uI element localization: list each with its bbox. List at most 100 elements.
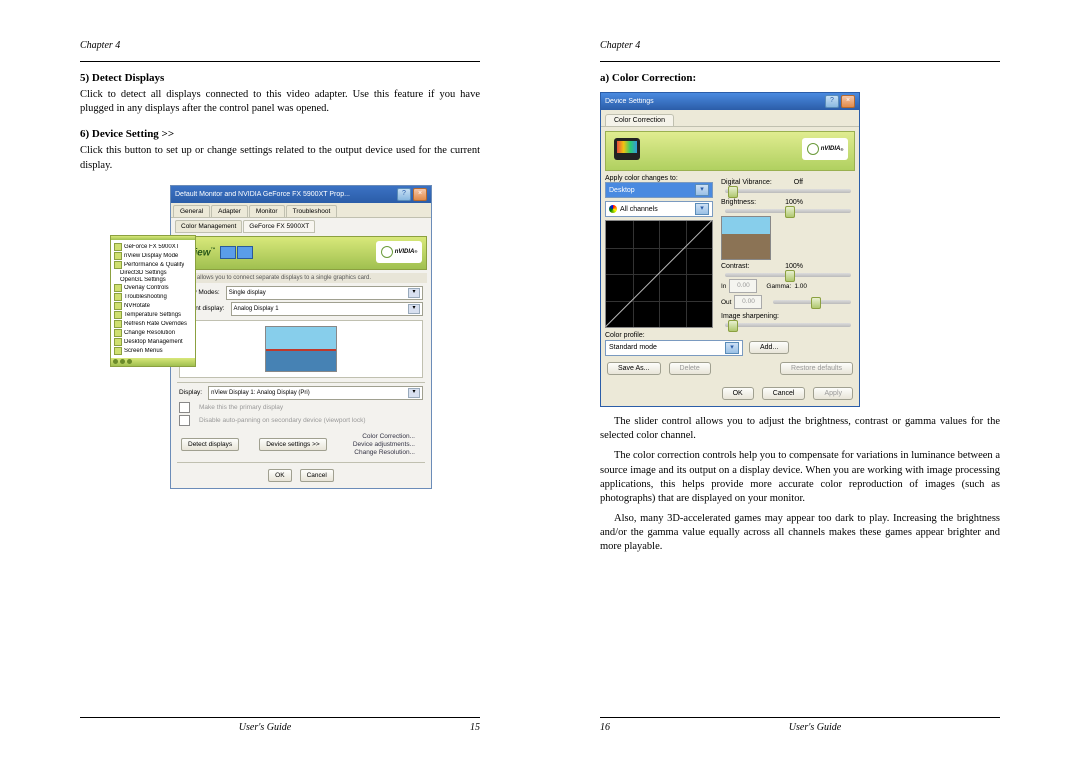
brightness-slider[interactable]	[725, 209, 851, 213]
dialog-title: Default Monitor and NVIDIA GeForce FX 59…	[175, 191, 395, 198]
profile-combo[interactable]: Standard mode▾	[605, 340, 743, 356]
para-2: The color correction controls help you t…	[600, 449, 1000, 506]
link-device-adjustments[interactable]: Device adjustments...	[353, 441, 415, 448]
sharpen-slider[interactable]	[725, 323, 851, 327]
chk1-label: Make this the primary display	[199, 404, 283, 411]
tab-color-correction[interactable]: Color Correction	[605, 114, 674, 126]
page-left: Chapter 4 5) Detect Displays Click to de…	[0, 0, 540, 763]
sidebar-item[interactable]: Overlay Controls	[124, 285, 169, 291]
sidebar-item[interactable]: Screen Menus	[124, 348, 163, 354]
currdisp-combo[interactable]: Analog Display 1▾	[231, 302, 423, 316]
detect-displays-button[interactable]: Detect displays	[181, 438, 239, 451]
apply-to-combo[interactable]: Desktop▾	[605, 182, 713, 198]
properties-dialog: Default Monitor and NVIDIA GeForce FX 59…	[170, 185, 432, 489]
section-a-title: a) Color Correction:	[600, 72, 1000, 84]
sidebar-item[interactable]: Temperature Settings	[124, 312, 181, 318]
nvidia-sidebar: GeForce FX 5900XT nView Display Mode Per…	[110, 235, 196, 367]
channels-combo[interactable]: All channels▾	[605, 201, 713, 217]
footer-label: User's Guide	[80, 722, 450, 733]
tab-troubleshoot[interactable]: Troubleshoot	[286, 205, 338, 217]
in-field[interactable]: 0.00	[729, 279, 757, 293]
brightness-value: 100%	[775, 199, 803, 206]
device-settings-button[interactable]: Device settings >>	[259, 438, 326, 451]
sample-image	[721, 216, 771, 260]
settings-links: Color Correction... Device adjustments..…	[353, 432, 415, 457]
help-button[interactable]: ?	[825, 95, 839, 108]
display-label: Display:	[179, 389, 202, 396]
sidebar-item[interactable]: GeForce FX 5900XT	[124, 244, 179, 250]
close-button[interactable]: ×	[841, 95, 855, 108]
contrast-slider[interactable]	[725, 273, 851, 277]
nvidia-badge: nVIDIA®	[376, 241, 422, 263]
device-settings-dialog: Device Settings ? × Color Correction nVI…	[600, 92, 860, 407]
footer-label: User's Guide	[630, 722, 1000, 733]
page-footer: User's Guide 15	[80, 717, 480, 733]
nview-banner: nView™ nVIDIA®	[175, 236, 427, 270]
header-rule	[600, 61, 1000, 62]
page-footer: 16 User's Guide	[600, 717, 1000, 733]
display-combo[interactable]: nView Display 1: Analog Display (Pri)▾	[208, 386, 423, 400]
delete-button[interactable]: Delete	[669, 362, 711, 375]
brightness-label: Brightness:	[721, 199, 775, 206]
out-label: Out	[721, 299, 731, 306]
chapter-header: Chapter 4	[600, 40, 1000, 51]
cancel-button[interactable]: Cancel	[762, 387, 806, 400]
checkbox-primary[interactable]	[179, 402, 190, 413]
section-5-title: 5) Detect Displays	[80, 72, 480, 84]
display-thumbnail[interactable]	[265, 326, 337, 372]
page-right: Chapter 4 a) Color Correction: Device Se…	[540, 0, 1080, 763]
gamma-value: 1.00	[794, 283, 807, 290]
add-button[interactable]: Add...	[749, 341, 789, 354]
dv-value: Off	[775, 179, 803, 186]
section-6-text: Click this button to set up or change se…	[80, 144, 480, 172]
sidebar-item[interactable]: OpenGL Settings	[120, 277, 166, 283]
checkbox-autopan[interactable]	[179, 415, 190, 426]
out-field[interactable]: 0.00	[734, 295, 762, 309]
apply-to-label: Apply color changes to:	[605, 175, 721, 182]
in-label: In	[721, 283, 726, 290]
mode-combo[interactable]: Single display▾	[226, 286, 423, 300]
tv-icon	[614, 138, 640, 160]
sidebar-item[interactable]: NVRotate	[124, 303, 150, 309]
ok-button[interactable]: OK	[722, 387, 754, 400]
sidebar-item[interactable]: Performance & Quality	[124, 262, 184, 268]
header-rule	[80, 61, 480, 62]
tab-colormgmt[interactable]: Color Management	[175, 220, 242, 233]
tab-general[interactable]: General	[173, 205, 210, 217]
restore-button[interactable]: Restore defaults	[780, 362, 853, 375]
gamma-slider[interactable]	[773, 300, 851, 304]
apply-button[interactable]: Apply	[813, 387, 853, 400]
cancel-button[interactable]: Cancel	[300, 469, 334, 482]
sidebar-item[interactable]: Refresh Rate Overrides	[124, 321, 187, 327]
chapter-header: Chapter 4	[80, 40, 480, 51]
sidebar-item[interactable]: Change Resolution	[124, 330, 175, 336]
para-3: Also, many 3D-accelerated games may appe…	[600, 512, 1000, 555]
color-profile-label: Color profile:	[605, 332, 855, 339]
sidebar-item[interactable]: Desktop Management	[124, 339, 183, 345]
link-color-correction[interactable]: Color Correction...	[353, 433, 415, 440]
tab-geforce[interactable]: GeForce FX 5900XT	[243, 220, 315, 233]
link-change-resolution[interactable]: Change Resolution...	[353, 449, 415, 456]
screenshot-nview: GeForce FX 5900XT nView Display Mode Per…	[110, 185, 430, 489]
sidebar-item[interactable]: nView Display Mode	[124, 253, 178, 259]
dialog-titlebar[interactable]: Default Monitor and NVIDIA GeForce FX 59…	[171, 186, 431, 203]
help-button[interactable]: ?	[397, 188, 411, 201]
page-number: 16	[600, 722, 630, 733]
sidebar-item[interactable]: Troubleshooting	[124, 294, 167, 300]
saveas-button[interactable]: Save As...	[607, 362, 661, 375]
contrast-label: Contrast:	[721, 263, 775, 270]
dv-slider[interactable]	[725, 189, 851, 193]
screenshot-color-correction: Device Settings ? × Color Correction nVI…	[600, 92, 860, 407]
banner-subtitle: nView allows you to connect separate dis…	[175, 273, 427, 283]
sidebar-items: GeForce FX 5900XT nView Display Mode Per…	[111, 240, 195, 358]
para-1: The slider control allows you to adjust …	[600, 415, 1000, 443]
ok-button[interactable]: OK	[268, 469, 291, 482]
tab-monitor[interactable]: Monitor	[249, 205, 285, 217]
display-thumbnail-area	[179, 320, 423, 378]
sidebar-item[interactable]: Direct3D Settings	[120, 270, 167, 276]
dialog-titlebar[interactable]: Device Settings ? ×	[601, 93, 859, 110]
gamma-curve[interactable]	[605, 220, 713, 328]
tab-adapter[interactable]: Adapter	[211, 205, 248, 217]
close-button[interactable]: ×	[413, 188, 427, 201]
section-5-text: Click to detect all displays connected t…	[80, 88, 480, 116]
